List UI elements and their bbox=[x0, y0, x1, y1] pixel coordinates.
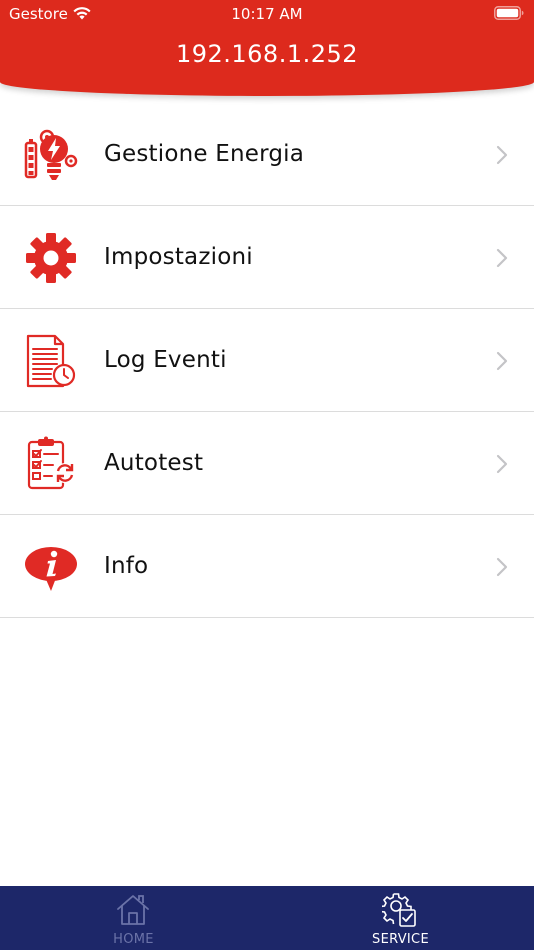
event-log-icon bbox=[26, 334, 76, 388]
menu-item-gestione-energia[interactable]: Gestione Energia bbox=[0, 103, 534, 206]
chevron-right-icon bbox=[496, 145, 508, 165]
menu-item-info[interactable]: Info bbox=[0, 515, 534, 618]
menu-item-log-eventi[interactable]: Log Eventi bbox=[0, 309, 534, 412]
tab-service[interactable]: SERVICE bbox=[267, 886, 534, 950]
menu-item-label: Info bbox=[104, 553, 149, 579]
page-title: 192.168.1.252 bbox=[175, 40, 359, 68]
energy-management-icon bbox=[24, 129, 78, 180]
chevron-right-icon bbox=[496, 351, 508, 371]
tab-home[interactable]: HOME bbox=[0, 886, 267, 950]
menu-item-impostazioni[interactable]: Impostazioni bbox=[0, 206, 534, 309]
menu-item-label: Gestione Energia bbox=[104, 141, 305, 167]
gear-icon bbox=[26, 233, 76, 283]
service-menu: Gestione Energia Impostazioni Log Eventi… bbox=[0, 103, 534, 618]
menu-item-label: Impostazioni bbox=[104, 244, 253, 270]
battery-icon bbox=[494, 6, 524, 20]
tab-label: HOME bbox=[113, 932, 154, 947]
menu-item-label: Autotest bbox=[104, 450, 204, 476]
tab-bar: HOME SERVICE bbox=[0, 886, 534, 950]
home-icon bbox=[117, 895, 149, 925]
service-icon bbox=[382, 893, 416, 927]
chevron-right-icon bbox=[496, 454, 508, 474]
status-bar: Gestore 10:17 AM bbox=[0, 0, 534, 28]
header: Gestore 10:17 AM 192.168.1.252 bbox=[0, 0, 534, 96]
menu-item-autotest[interactable]: Autotest bbox=[0, 412, 534, 515]
status-time: 10:17 AM bbox=[231, 5, 303, 23]
chevron-right-icon bbox=[496, 557, 508, 577]
info-icon bbox=[25, 547, 77, 591]
checklist-icon bbox=[27, 436, 75, 490]
menu-item-label: Log Eventi bbox=[104, 347, 227, 373]
chevron-right-icon bbox=[496, 248, 508, 268]
tab-label: SERVICE bbox=[372, 932, 429, 947]
